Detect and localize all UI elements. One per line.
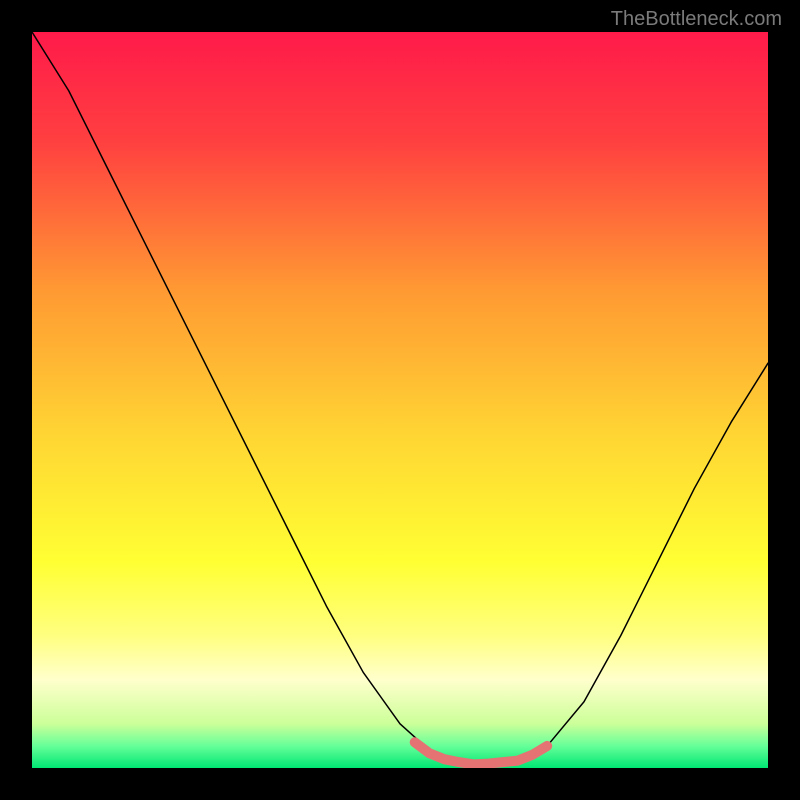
chart-svg [32,32,768,768]
gradient-background [32,32,768,768]
chart-plot-area [32,32,768,768]
watermark-text: TheBottleneck.com [611,8,782,31]
